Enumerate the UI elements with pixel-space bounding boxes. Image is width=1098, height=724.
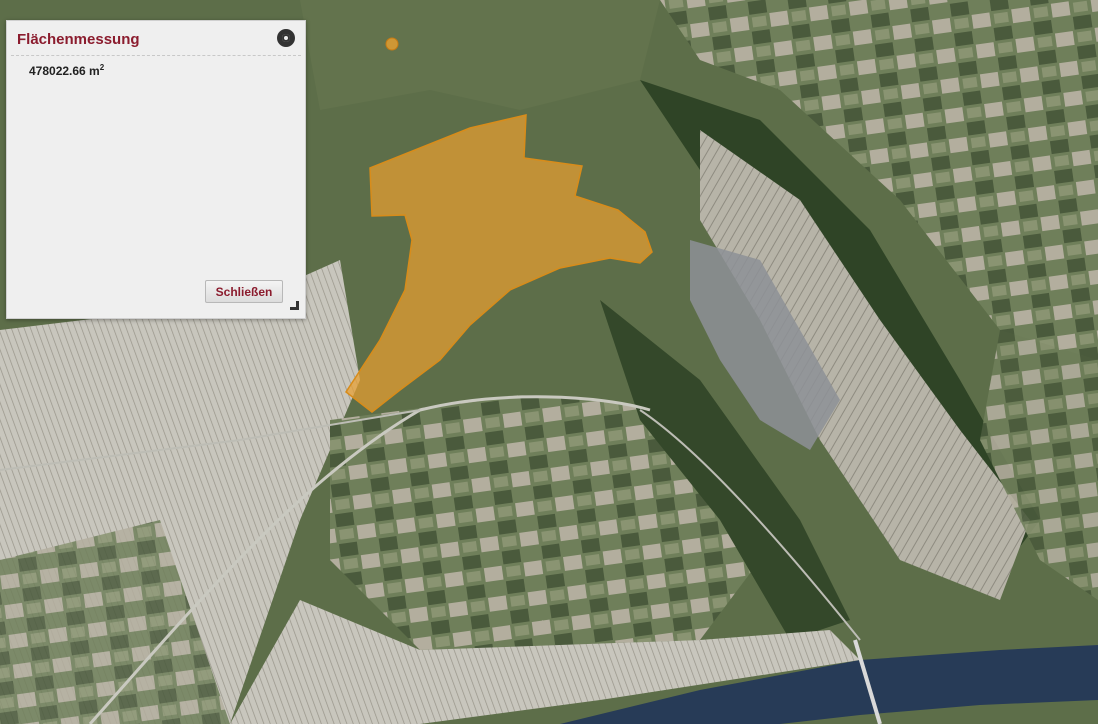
area-measurement-panel: Flächenmessung 478022.66 m2 Schließen [6, 20, 306, 319]
area-value: 478022.66 m [29, 64, 100, 78]
resize-handle-icon[interactable] [290, 301, 299, 310]
panel-header[interactable]: Flächenmessung [11, 21, 301, 56]
measure-vertex-marker[interactable] [385, 37, 399, 51]
close-circle-icon[interactable] [277, 29, 295, 47]
area-result: 478022.66 m2 [29, 63, 104, 78]
close-button[interactable]: Schließen [205, 280, 283, 303]
area-unit-exponent: 2 [99, 63, 105, 72]
panel-title: Flächenmessung [17, 31, 140, 48]
